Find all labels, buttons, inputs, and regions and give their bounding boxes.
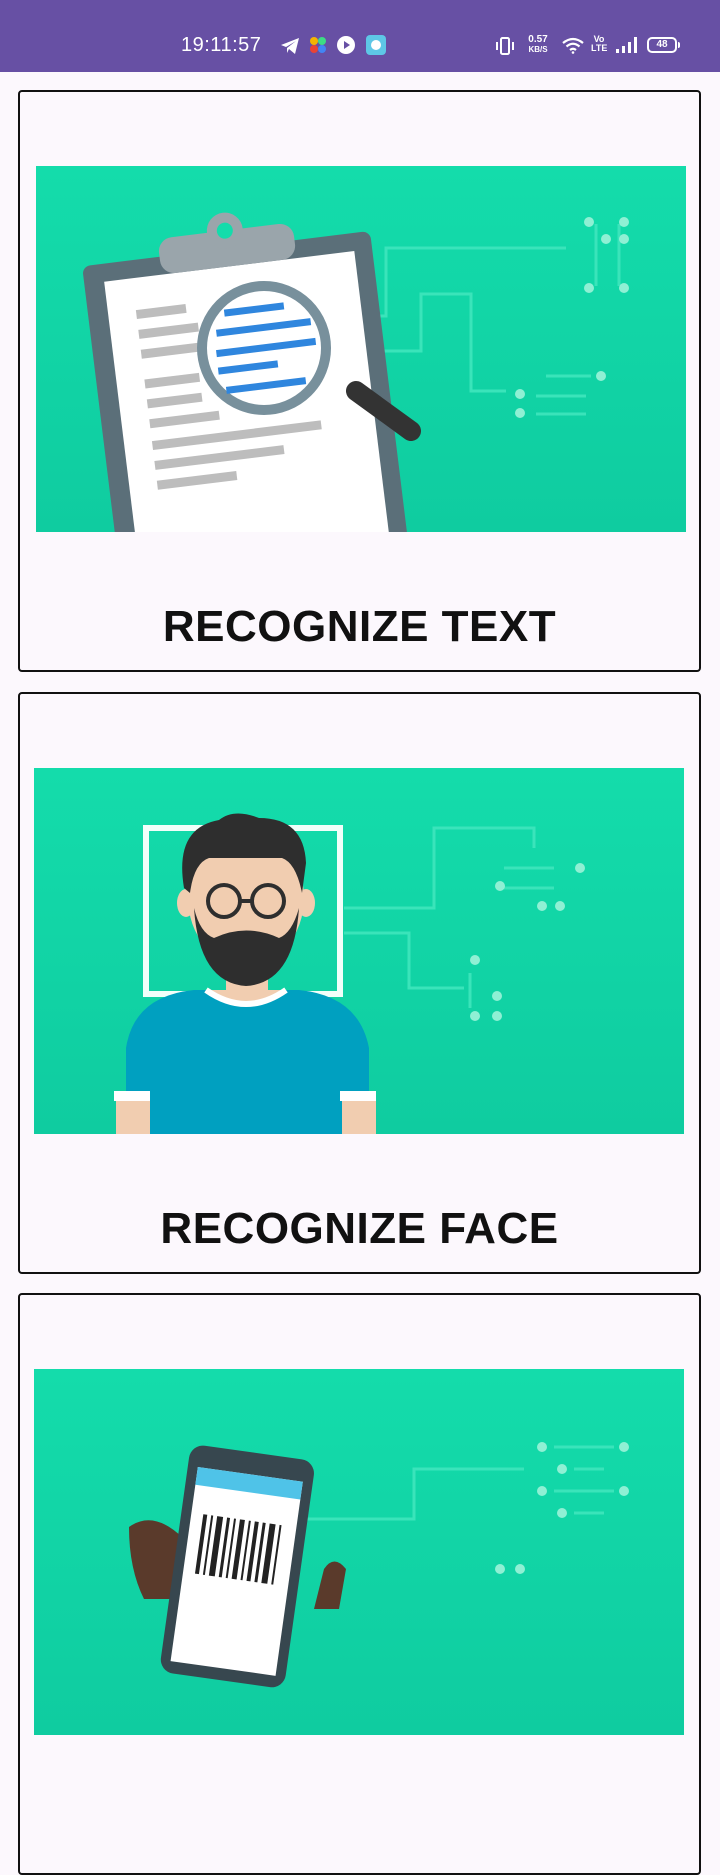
recognize-text-illustration xyxy=(36,166,686,532)
face-detection-image xyxy=(34,768,684,1134)
pinwheel-app-icon xyxy=(310,37,326,53)
status-time: 19:11:57 xyxy=(181,34,262,56)
network-speed-unit: KB/S xyxy=(528,45,548,54)
telegram-icon xyxy=(281,38,299,54)
barcode-scan-card[interactable] xyxy=(18,1293,701,1875)
phone-barcode-image xyxy=(34,1369,684,1735)
status-bar: 19:11:57 0.57 KB/S Vo LTE 48 xyxy=(0,0,720,72)
clipboard-magnifier-image xyxy=(36,166,686,532)
volte-bottom: LTE xyxy=(591,43,608,53)
chat-app-icon xyxy=(366,35,386,55)
recognize-face-illustration xyxy=(34,768,684,1134)
barcode-scan-illustration xyxy=(34,1369,684,1735)
recognize-face-card[interactable]: RECOGNIZE FACE xyxy=(18,692,701,1274)
play-icon xyxy=(337,36,355,54)
battery-icon: 48 xyxy=(647,37,680,53)
recognize-face-label: RECOGNIZE FACE xyxy=(160,1204,559,1253)
recognize-text-label: RECOGNIZE TEXT xyxy=(162,602,557,651)
network-speed: 0.57 KB/S xyxy=(524,35,552,55)
recognize-text-card[interactable]: RECOGNIZE TEXT xyxy=(18,90,701,672)
signal-icon xyxy=(616,37,637,53)
wifi-icon xyxy=(562,37,584,54)
network-speed-value: 0.57 xyxy=(528,34,548,45)
volte-icon: Vo LTE xyxy=(591,35,607,53)
vibrate-icon xyxy=(496,37,514,55)
